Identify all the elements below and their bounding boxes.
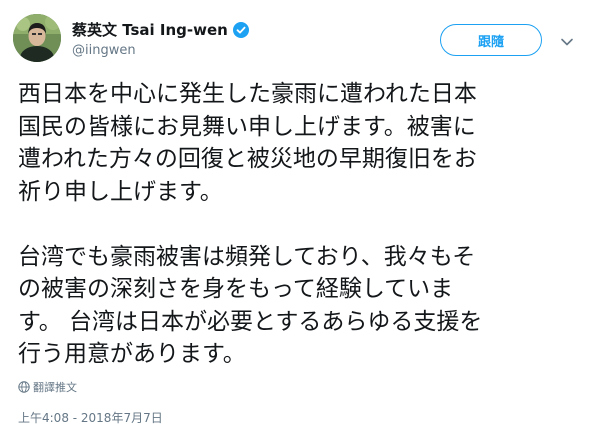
tweet-timestamp[interactable]: 上午4:08 - 2018年7月7日: [18, 409, 163, 426]
tweet-text-line: 祈り申し上げます。: [18, 178, 223, 205]
author-display-name[interactable]: 蔡英文 Tsai Ing-wen: [72, 19, 249, 40]
tweet-text: 西日本を中心に発生した豪雨に遭われた日本 国民の皆様にお見舞い申し上げます。被害…: [18, 78, 588, 371]
globe-icon: [18, 381, 30, 393]
translate-tweet-link[interactable]: 翻譯推文: [18, 379, 77, 395]
tweet-text-line: 台湾でも豪雨被害は頻発しており、我々もそ: [18, 243, 476, 270]
verified-badge-icon: [232, 21, 249, 38]
avatar[interactable]: [13, 14, 61, 62]
tweet-text-line: 行う用意があります。: [18, 341, 246, 367]
tweet-text-line: の被害の深刻さを身をもって経験していま: [18, 276, 454, 302]
translate-label[interactable]: 翻譯推文: [33, 379, 77, 395]
author-handle[interactable]: @iingwen: [72, 43, 136, 58]
tweet-text-line: 西日本を中心に発生した豪雨に遭われた日本: [18, 81, 477, 107]
follow-button[interactable]: 跟隨: [440, 24, 542, 56]
author-name-text[interactable]: 蔡英文 Tsai Ing-wen: [72, 19, 228, 40]
tweet-text-line: 国民の皆様にお見舞い申し上げます。被害に: [18, 113, 476, 140]
avatar-image: [13, 14, 61, 62]
more-options-chevron-down-icon[interactable]: [560, 34, 574, 48]
tweet-card: 蔡英文 Tsai Ing-wen @iingwen 跟隨 西日本を中心に発生した…: [0, 0, 596, 433]
tweet-text-line: 遭われた方々の回復と被災地の早期復旧をお: [18, 146, 477, 172]
tweet-text-line: す。 台湾は日本が必要とするあらゆる支援を: [18, 308, 483, 335]
